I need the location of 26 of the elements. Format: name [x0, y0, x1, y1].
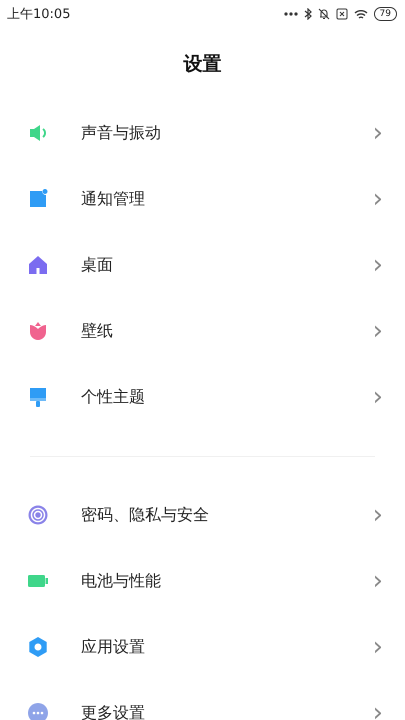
settings-item[interactable]: 壁纸 ›	[0, 298, 405, 364]
chevron-icon: ›	[372, 502, 383, 528]
chevron-icon: ›	[372, 318, 383, 344]
status-time: 上午10:05	[7, 6, 70, 23]
settings-item[interactable]: 桌面 ›	[0, 232, 405, 298]
chevron-icon: ›	[372, 634, 383, 660]
mute-bell-icon	[318, 8, 330, 20]
wifi-icon	[354, 8, 368, 20]
settings-item[interactable]: 个性主题 ›	[0, 364, 405, 430]
chevron-icon: ›	[372, 120, 383, 146]
settings-item[interactable]: 更多设置 ›	[0, 680, 405, 720]
sim-icon	[336, 8, 348, 20]
bluetooth-icon	[304, 8, 312, 20]
chevron-icon: ›	[372, 700, 383, 720]
chevron-icon: ›	[372, 252, 383, 278]
settings-item[interactable]: 通知管理 ›	[0, 166, 405, 232]
dots-icon	[284, 11, 298, 17]
battery-level: 79	[374, 7, 397, 21]
settings-item[interactable]: 电池与性能 ›	[0, 548, 405, 614]
settings-item[interactable]: 声音与振动 ›	[0, 100, 405, 166]
chevron-icon: ›	[372, 186, 383, 212]
chevron-icon: ›	[372, 384, 383, 410]
settings-item[interactable]: 密码、隐私与安全 ›	[0, 482, 405, 548]
chevron-icon: ›	[372, 568, 383, 594]
settings-item[interactable]: 应用设置 ›	[0, 614, 405, 680]
page-title: 设置	[184, 52, 222, 77]
